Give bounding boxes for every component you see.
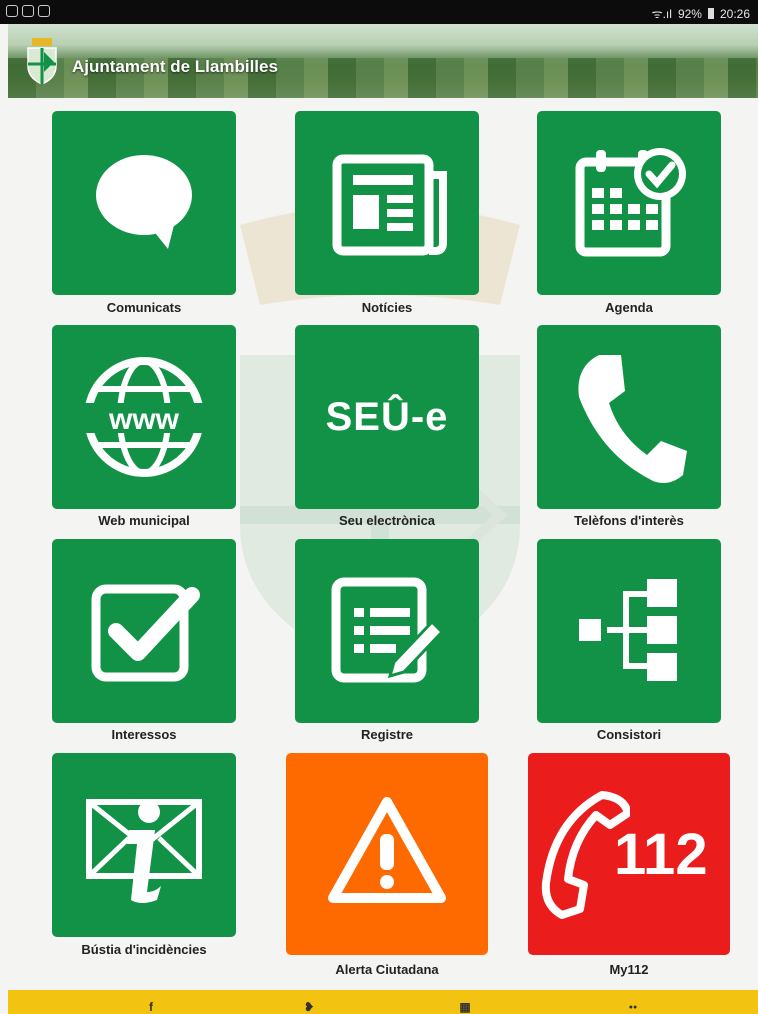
agenda-label: Agenda [605, 300, 653, 315]
noticies-button[interactable] [295, 111, 479, 295]
facebook-icon[interactable]: f [144, 1000, 158, 1014]
speech-bubble-icon [96, 155, 192, 249]
seu-electronica-button[interactable]: SEÛ-e [295, 325, 479, 509]
seu-electronica-label: Seu electrònica [338, 513, 436, 528]
consistori-button[interactable] [537, 539, 721, 723]
web-municipal-button[interactable]: www [52, 325, 236, 509]
warning-icon [328, 797, 446, 903]
battery-percent: 92% [677, 6, 702, 21]
app-title: Ajuntament de Llambilles [72, 57, 278, 76]
comunicats-label: Comunicats [106, 300, 182, 315]
mail-info-icon [86, 799, 202, 903]
bustia-incidencies-button[interactable] [52, 753, 236, 937]
web-municipal-label: Web municipal [98, 513, 190, 528]
org-chart-icon [579, 579, 677, 681]
notification-icon [22, 5, 34, 17]
consistori-label: Consistori [596, 727, 662, 742]
emergency-112-icon: 112 [614, 822, 708, 887]
registre-label: Registre [360, 727, 414, 742]
clock: 20:26 [719, 6, 750, 21]
svg-text:www: www [108, 403, 180, 436]
header-banner: Ajuntament de Llambilles [8, 24, 758, 98]
twitter-icon[interactable]: ❥ [302, 1000, 316, 1014]
calendar-check-icon [575, 148, 686, 257]
my112-button[interactable]: 112 [528, 753, 730, 955]
telefons-interes-button[interactable] [537, 325, 721, 509]
registre-button[interactable] [295, 539, 479, 723]
social-footer: f ❥ ▦ ●● [8, 990, 758, 1014]
alerta-ciutadana-button[interactable] [286, 753, 488, 955]
globe-www-icon: www [76, 357, 212, 477]
newspaper-icon [332, 154, 447, 256]
status-bar: ᯤ.ıl 92% 20:26 [0, 0, 758, 24]
alerta-ciutadana-label: Alerta Ciutadana [335, 962, 439, 977]
battery-icon [707, 8, 714, 19]
interessos-button[interactable] [52, 539, 236, 723]
form-edit-icon [331, 577, 445, 683]
notification-icon [38, 5, 50, 17]
noticies-label: Notícies [361, 300, 413, 315]
gallery-icon[interactable]: ▦ [458, 1000, 472, 1014]
town-crest-logo [27, 38, 57, 84]
notification-icon [6, 5, 18, 17]
seu-e-icon: SEÛ-e [325, 394, 449, 439]
phone-icon [578, 355, 687, 483]
my112-label: My112 [609, 962, 649, 977]
signal-icon: ᯤ.ıl [651, 7, 672, 21]
interessos-label: Interessos [111, 727, 177, 742]
checkbox-icon [91, 584, 200, 682]
telefons-interes-label: Telèfons d'interès [574, 513, 684, 528]
agenda-button[interactable] [537, 111, 721, 295]
notification-icons [6, 5, 50, 17]
flickr-icon[interactable]: ●● [626, 1000, 640, 1014]
comunicats-button[interactable] [52, 111, 236, 295]
bustia-incidencies-label: Bústia d'incidències [81, 942, 207, 957]
